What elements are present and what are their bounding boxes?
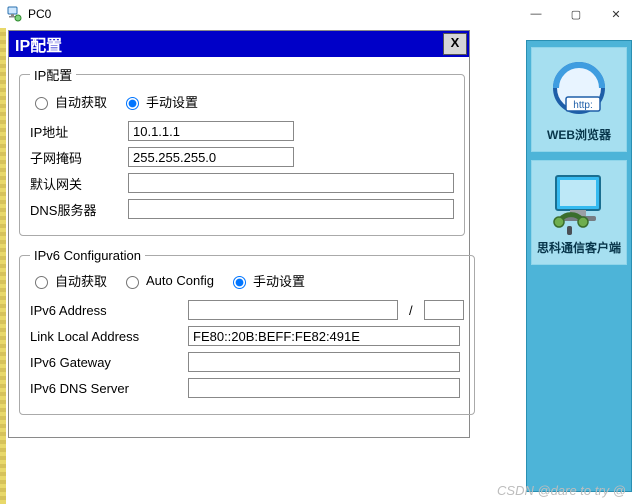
ipv6-dns-input[interactable] xyxy=(188,378,460,398)
default-gateway-label: 默认网关 xyxy=(30,174,120,193)
ipv6-radio-autocfg[interactable]: Auto Config xyxy=(121,273,214,289)
ipv4-radio-auto-label: 自动获取 xyxy=(55,92,107,111)
web-browser-icon: http: xyxy=(534,54,624,126)
ipv6-dns-label: IPv6 DNS Server xyxy=(30,381,180,396)
launcher-client-label: 思科通信客户端 xyxy=(534,239,624,256)
ipv6-prefix-input[interactable] xyxy=(424,300,464,320)
window-close-button[interactable]: ✕ xyxy=(596,1,636,27)
ipv4-radio-auto[interactable]: 自动获取 xyxy=(30,92,107,111)
ipv6-radio-auto-input[interactable] xyxy=(35,276,48,289)
ipv4-radio-manual[interactable]: 手动设置 xyxy=(121,92,198,111)
app-pc-icon xyxy=(6,6,22,22)
default-gateway-input[interactable] xyxy=(128,173,454,193)
ip-config-dialog: IP配置 X IP配置 自动获取 手动设置 IP地址 xyxy=(8,30,470,438)
ipv6-radio-autocfg-label: Auto Config xyxy=(146,273,214,288)
left-decorative-strip xyxy=(0,28,6,504)
ipv6-lla-label: Link Local Address xyxy=(30,329,180,344)
dialog-titlebar: IP配置 X xyxy=(9,31,469,57)
ip-address-input[interactable] xyxy=(128,121,294,141)
ipv6-legend: IPv6 Configuration xyxy=(30,248,145,263)
ipv6-prefix-slash: / xyxy=(406,303,416,318)
dialog-title-text: IP配置 xyxy=(15,32,62,56)
ipv4-radio-auto-input[interactable] xyxy=(35,97,48,110)
window-maximize-button[interactable]: ▢ xyxy=(556,1,596,27)
launcher-panel: http: WEB浏览器 思科通信客户端 xyxy=(526,40,632,492)
svg-text:http:: http: xyxy=(573,100,592,111)
dns-server-label: DNS服务器 xyxy=(30,200,120,219)
cisco-client-icon xyxy=(534,167,624,239)
dns-server-input[interactable] xyxy=(128,199,454,219)
ipv6-radio-auto-label: 自动获取 xyxy=(55,271,107,290)
launcher-web-label: WEB浏览器 xyxy=(534,126,624,143)
window-minimize-button[interactable]: — xyxy=(516,1,556,27)
ipv6-radio-manual-input[interactable] xyxy=(233,276,246,289)
ipv6-radio-autocfg-input[interactable] xyxy=(126,276,139,289)
subnet-mask-label: 子网掩码 xyxy=(30,148,120,167)
ipv6-radio-auto[interactable]: 自动获取 xyxy=(30,271,107,290)
subnet-mask-input[interactable] xyxy=(128,147,294,167)
ipv4-radio-manual-input[interactable] xyxy=(126,97,139,110)
ipv6-address-input[interactable] xyxy=(188,300,398,320)
ipv6-lla-input[interactable] xyxy=(188,326,460,346)
ipv4-group: IP配置 自动获取 手动设置 IP地址 子网掩码 xyxy=(19,65,465,236)
window-title: PC0 xyxy=(28,7,51,21)
ipv6-radio-manual[interactable]: 手动设置 xyxy=(228,271,305,290)
ipv6-radio-manual-label: 手动设置 xyxy=(253,271,305,290)
window-titlebar: PC0 — ▢ ✕ xyxy=(0,0,636,29)
dialog-close-button[interactable]: X xyxy=(443,33,467,55)
launcher-web-browser[interactable]: http: WEB浏览器 xyxy=(531,47,627,152)
ipv4-radio-manual-label: 手动设置 xyxy=(146,92,198,111)
ip-address-label: IP地址 xyxy=(30,122,120,141)
ipv4-legend: IP配置 xyxy=(30,65,76,84)
launcher-cisco-client[interactable]: 思科通信客户端 xyxy=(531,160,627,265)
ipv6-group: IPv6 Configuration 自动获取 Auto Config 手动设置 xyxy=(19,248,475,415)
ipv6-gateway-input[interactable] xyxy=(188,352,460,372)
ipv6-address-label: IPv6 Address xyxy=(30,303,180,318)
ipv6-gateway-label: IPv6 Gateway xyxy=(30,355,180,370)
